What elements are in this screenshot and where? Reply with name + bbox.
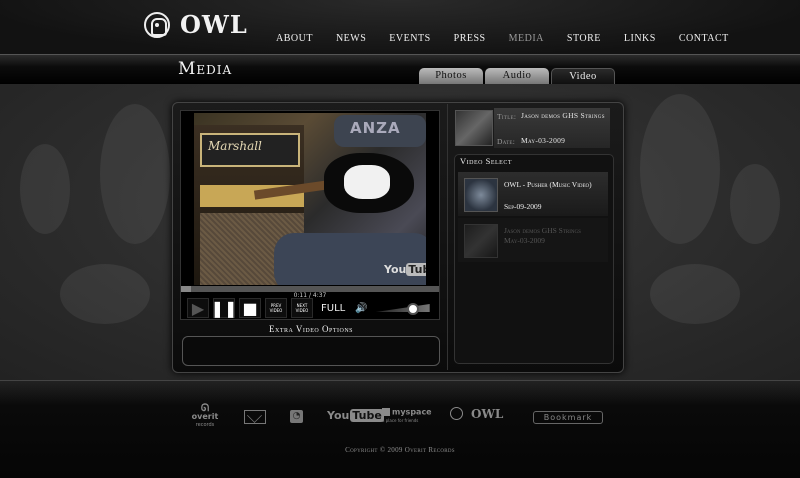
nav-about[interactable]: ABOUT xyxy=(276,33,313,44)
rss-icon[interactable]: ◔ xyxy=(290,410,303,423)
youtube-watermark: YouTube xyxy=(384,263,426,276)
hat-text: ANZA xyxy=(350,119,401,137)
video-date: May-03-2009 xyxy=(504,236,545,245)
owl-face-icon xyxy=(450,407,463,420)
date-label: Date: xyxy=(497,137,516,146)
decorative-splatter xyxy=(730,164,780,244)
decorative-splatter xyxy=(640,94,720,244)
pause-button[interactable]: ❚❚ xyxy=(210,298,238,318)
email-icon[interactable] xyxy=(244,410,266,424)
guitar-pickguard xyxy=(344,165,390,199)
decorative-splatter xyxy=(100,104,170,244)
volume-slider[interactable] xyxy=(375,304,430,312)
amp-brand: Marshall xyxy=(208,139,262,153)
next-video-button[interactable]: NEXT VIDEO xyxy=(291,298,313,318)
owl-face-icon xyxy=(144,11,170,38)
play-button[interactable]: ▶ xyxy=(187,298,209,318)
youtube-link[interactable]: You Tube xyxy=(327,409,384,422)
nav-press[interactable]: PRESS xyxy=(454,33,486,44)
decorative-splatter xyxy=(60,264,150,324)
site-logo[interactable]: OWL xyxy=(144,10,248,39)
myspace-link[interactable]: myspace a place for friends xyxy=(382,408,432,425)
video-list-item[interactable]: Jason demos GHS Strings May-03-2009 xyxy=(458,218,608,262)
play-icon: ▶ xyxy=(191,298,205,318)
date-value: May-03-2009 xyxy=(521,136,566,145)
stop-button[interactable]: ■ xyxy=(239,298,261,318)
fullscreen-button[interactable]: FULL xyxy=(321,303,345,314)
tab-audio[interactable]: Audio xyxy=(485,68,549,84)
video-select-title: Video Select xyxy=(460,156,512,166)
title-value: Jason demos GHS Strings xyxy=(521,111,605,120)
page-title: Media xyxy=(178,59,233,79)
video-list-item[interactable]: OWL - Pusher (Music Video) Sep-09-2009 xyxy=(458,172,608,216)
nav-media[interactable]: MEDIA xyxy=(509,33,544,44)
decorative-splatter xyxy=(650,264,740,324)
nav-store[interactable]: STORE xyxy=(567,33,601,44)
media-tabs: Photos Audio Video xyxy=(419,68,615,84)
brand-name: OWL xyxy=(180,10,248,39)
video-name: OWL - Pusher (Music Video) xyxy=(504,180,592,189)
panel-divider xyxy=(447,104,448,370)
prev-video-label: PREV VIDEO xyxy=(269,303,283,313)
volume-knob[interactable] xyxy=(407,303,419,315)
pause-icon: ❚❚ xyxy=(210,298,238,318)
decorative-splatter xyxy=(20,144,70,234)
video-thumbnail xyxy=(464,224,498,258)
video-thumbnail xyxy=(464,178,498,212)
main-nav: ABOUT NEWS EVENTS PRESS MEDIA STORE LINK… xyxy=(276,33,752,44)
nav-news[interactable]: NEWS xyxy=(336,33,366,44)
extra-options-box xyxy=(182,336,440,366)
owl-footer-link[interactable]: OWL xyxy=(450,407,503,421)
video-date: Sep-09-2009 xyxy=(504,202,542,211)
video-name: Jason demos GHS Strings xyxy=(504,226,581,235)
player-controls: ▶ ❚❚ ■ PREV VIDEO NEXT VIDEO FULL 🔊 xyxy=(181,298,439,318)
extra-options-title: Extra Video Options xyxy=(269,324,353,334)
tab-video[interactable]: Video xyxy=(551,68,615,84)
site-header xyxy=(0,0,800,54)
stop-icon: ■ xyxy=(242,298,258,318)
next-video-label: NEXT VIDEO xyxy=(295,303,309,313)
copyright: Copyright © 2009 Overit Records xyxy=(345,446,455,454)
bookmark-button[interactable]: Bookmark xyxy=(533,411,603,424)
title-label: Title: xyxy=(497,112,517,121)
volume-icon[interactable]: 🔊 xyxy=(355,303,367,314)
jeans-image xyxy=(274,233,426,285)
tab-photos[interactable]: Photos xyxy=(419,68,483,84)
title-band xyxy=(0,54,800,84)
nav-contact[interactable]: CONTACT xyxy=(679,33,729,44)
nav-links[interactable]: LINKS xyxy=(624,33,656,44)
nav-events[interactable]: EVENTS xyxy=(389,33,430,44)
myspace-icon xyxy=(382,408,390,416)
overit-records-link[interactable]: ᘏ overit records xyxy=(187,404,223,429)
prev-video-button[interactable]: PREV VIDEO xyxy=(265,298,287,318)
video-screen[interactable]: Marshall ANZA YouTube xyxy=(194,113,426,285)
now-playing-thumbnail xyxy=(455,110,493,146)
site-footer xyxy=(0,380,800,478)
